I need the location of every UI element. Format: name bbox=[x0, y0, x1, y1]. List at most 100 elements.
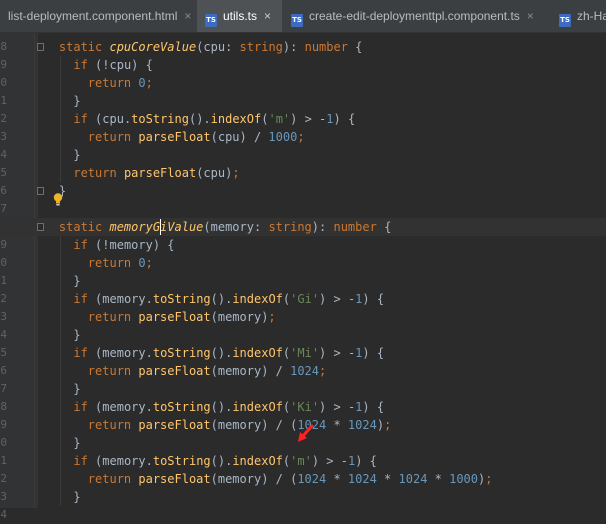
code-token: 0 bbox=[138, 76, 146, 90]
code-token: ) { bbox=[333, 112, 356, 126]
code-token: (). bbox=[210, 292, 233, 306]
code-token: ) > - bbox=[319, 346, 356, 360]
code-token: 'Ki' bbox=[290, 400, 320, 414]
fold-marker-icon[interactable] bbox=[37, 187, 44, 195]
code-token: return bbox=[87, 130, 139, 144]
close-icon[interactable]: × bbox=[184, 9, 191, 23]
code-line-text: return 0; bbox=[0, 76, 153, 90]
code-line[interactable]: } bbox=[0, 92, 80, 110]
code-line-text: return parseFloat(memory) / (1024 * 1024… bbox=[0, 472, 493, 486]
tab-label: list-deployment.component.html bbox=[8, 9, 178, 23]
code-line[interactable]: return parseFloat(memory); bbox=[0, 308, 276, 326]
code-line-text: static cpuCoreValue(cpu: string): number… bbox=[0, 40, 363, 54]
code-line[interactable]: } bbox=[0, 434, 80, 452]
fold-marker-icon[interactable] bbox=[37, 43, 44, 51]
code-token: ; bbox=[268, 310, 276, 324]
code-token: return bbox=[87, 418, 139, 432]
code-token: } bbox=[30, 490, 81, 504]
code-token: return bbox=[87, 256, 139, 270]
code-line[interactable]: if (memory.toString().indexOf('Mi') > -1… bbox=[0, 344, 384, 362]
code-token: 1024 bbox=[398, 472, 428, 486]
code-token: (!cpu) { bbox=[95, 58, 153, 72]
code-token: parseFloat bbox=[138, 472, 211, 486]
code-token: return bbox=[87, 472, 139, 486]
code-token: toString bbox=[152, 346, 211, 360]
code-line[interactable]: if (!memory) { bbox=[0, 236, 174, 254]
code-line[interactable]: if (!cpu) { bbox=[0, 56, 153, 74]
code-token: parseFloat bbox=[138, 364, 211, 378]
code-line[interactable]: static cpuCoreValue(cpu: string): number… bbox=[0, 38, 363, 56]
code-token: * bbox=[326, 418, 348, 432]
code-line[interactable]: } bbox=[0, 326, 80, 344]
code-line-text: static memoryGiValue(memory: string): nu… bbox=[0, 220, 391, 234]
code-token: ; bbox=[297, 130, 305, 144]
code-token: ) bbox=[376, 418, 385, 432]
typescript-file-icon: TS bbox=[291, 14, 303, 27]
code-token: return bbox=[87, 364, 139, 378]
code-token: * bbox=[427, 472, 450, 486]
fold-marker-icon[interactable] bbox=[37, 223, 44, 231]
close-icon[interactable]: × bbox=[264, 9, 271, 23]
code-token: (memory. bbox=[95, 400, 153, 414]
code-token: (memory: bbox=[203, 220, 269, 234]
tab-zh-hans[interactable]: TS zh-Hans bbox=[551, 0, 606, 32]
code-line-text: if (!memory) { bbox=[0, 238, 174, 252]
code-token: (memory. bbox=[95, 292, 153, 306]
tab-label: zh-Hans bbox=[577, 9, 606, 23]
code-line[interactable]: if (cpu.toString().indexOf('m') > -1) { bbox=[0, 110, 355, 128]
code-line[interactable]: return 0; bbox=[0, 74, 153, 92]
tab-create-edit-deploymenttpl[interactable]: TS create-edit-deploymenttpl.component.ts… bbox=[283, 0, 550, 32]
code-token: ; bbox=[232, 166, 240, 180]
code-line[interactable] bbox=[0, 200, 30, 218]
code-line[interactable]: return 0; bbox=[0, 254, 153, 272]
code-token: 'Mi' bbox=[290, 346, 320, 360]
code-line[interactable]: if (memory.toString().indexOf('m') > -1)… bbox=[0, 452, 377, 470]
code-token: ) { bbox=[355, 454, 377, 468]
code-token: { bbox=[347, 40, 363, 54]
code-line-text: if (!cpu) { bbox=[0, 58, 153, 72]
code-line[interactable]: } bbox=[0, 146, 80, 164]
code-line-text: } bbox=[0, 382, 80, 396]
code-token: if bbox=[73, 292, 96, 306]
code-line[interactable]: if (memory.toString().indexOf('Gi') > -1… bbox=[0, 290, 384, 308]
red-arrow-annotation-icon bbox=[298, 424, 314, 442]
code-line-text: if (cpu.toString().indexOf('m') > -1) { bbox=[0, 112, 355, 126]
code-token: memoryGiValue bbox=[109, 220, 204, 234]
code-line[interactable]: return parseFloat(memory) / (1024 * 1024… bbox=[0, 416, 392, 434]
code-line[interactable]: static memoryGiValue(memory: string): nu… bbox=[0, 218, 606, 236]
code-token: ) { bbox=[362, 292, 385, 306]
code-line[interactable]: if (memory.toString().indexOf('Ki') > -1… bbox=[0, 398, 384, 416]
close-icon[interactable]: × bbox=[527, 9, 534, 23]
code-line-text: return parseFloat(cpu); bbox=[0, 166, 240, 180]
code-token: 1000 bbox=[449, 472, 479, 486]
code-line[interactable]: return parseFloat(cpu) / 1000; bbox=[0, 128, 305, 146]
code-token: } bbox=[30, 274, 81, 288]
code-token: static bbox=[58, 40, 110, 54]
code-token: (). bbox=[210, 400, 233, 414]
code-line[interactable]: return parseFloat(memory) / 1024; bbox=[0, 362, 326, 380]
code-token: ; bbox=[145, 76, 153, 90]
code-token: ; bbox=[384, 418, 392, 432]
code-line[interactable]: } bbox=[0, 488, 81, 506]
tab-utils-ts[interactable]: TS utils.ts × bbox=[197, 0, 282, 32]
code-line[interactable]: } bbox=[0, 272, 81, 290]
code-token: 'Gi' bbox=[290, 292, 320, 306]
tab-label: utils.ts bbox=[223, 9, 258, 23]
code-line[interactable]: } bbox=[0, 380, 80, 398]
tab-list-deployment-html[interactable]: list-deployment.component.html × bbox=[0, 0, 196, 32]
code-line[interactable]: return parseFloat(cpu); bbox=[0, 164, 240, 182]
code-token: toString bbox=[152, 454, 211, 468]
code-line[interactable] bbox=[0, 506, 30, 524]
code-token: { bbox=[376, 220, 392, 234]
lightbulb-icon[interactable] bbox=[53, 193, 63, 206]
code-token: ): bbox=[311, 220, 334, 234]
code-line[interactable]: return parseFloat(memory) / (1024 * 1024… bbox=[0, 470, 493, 488]
